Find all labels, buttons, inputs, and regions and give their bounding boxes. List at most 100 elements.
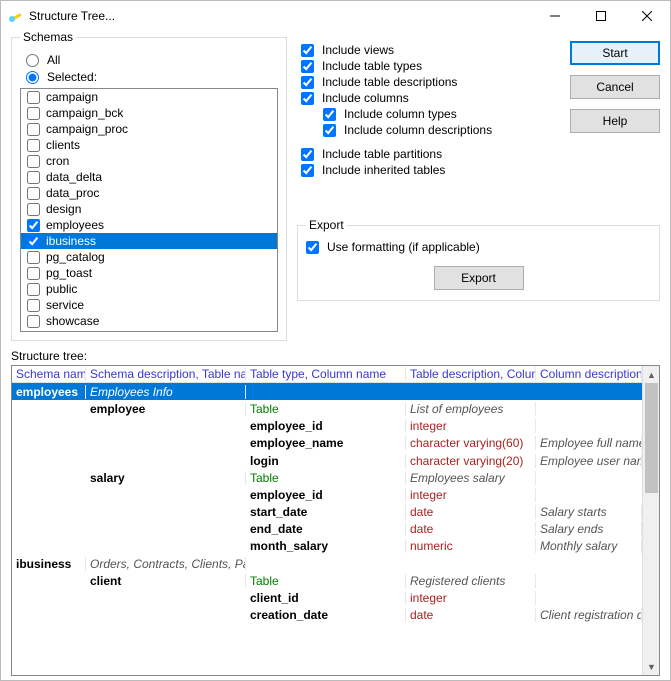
ck-include-col-types[interactable]: Include column types	[323, 107, 556, 121]
list-item[interactable]: pg_catalog	[21, 249, 277, 265]
table-row[interactable]: employeeTableList of employees	[12, 400, 642, 417]
list-item-checkbox[interactable]	[27, 91, 40, 104]
list-item[interactable]: campaign_proc	[21, 121, 277, 137]
list-item[interactable]: cron	[21, 153, 277, 169]
scroll-up-icon[interactable]: ▲	[643, 366, 660, 383]
column-header[interactable]: Table description, Column type	[406, 367, 536, 381]
column-header[interactable]: Schema name	[12, 367, 86, 381]
cell: Orders, Contracts, Clients, Paym	[86, 557, 246, 571]
cancel-button[interactable]: Cancel	[570, 75, 660, 99]
table-row[interactable]: employeesEmployees Info	[12, 383, 642, 400]
cell: start_date	[246, 505, 406, 519]
list-item-checkbox[interactable]	[27, 251, 40, 264]
titlebar[interactable]: Structure Tree...	[1, 1, 670, 31]
table-row[interactable]: start_datedateSalary starts	[12, 504, 642, 521]
cell-text: client_id	[250, 591, 299, 605]
column-header[interactable]: Schema description, Table name	[86, 367, 246, 381]
ck-include-col-desc[interactable]: Include column descriptions	[323, 123, 556, 137]
cell-text: Salary ends	[540, 522, 603, 536]
list-item[interactable]: pg_toast	[21, 265, 277, 281]
ck-include-partitions[interactable]: Include table partitions	[301, 147, 556, 161]
list-item-checkbox[interactable]	[27, 267, 40, 280]
list-item[interactable]: service	[21, 297, 277, 313]
list-item-checkbox[interactable]	[27, 235, 40, 248]
cell-text: Client registration date	[540, 608, 642, 622]
export-button[interactable]: Export	[434, 266, 524, 290]
list-item-checkbox[interactable]	[27, 315, 40, 328]
action-buttons: Start Cancel Help	[570, 37, 660, 179]
list-item[interactable]: data_proc	[21, 185, 277, 201]
list-item-checkbox[interactable]	[27, 203, 40, 216]
ck-include-table-types[interactable]: Include table types	[301, 59, 556, 73]
list-item-label: stage	[46, 330, 75, 332]
table-row[interactable]: end_datedateSalary ends	[12, 521, 642, 538]
tree-grid[interactable]: Schema nameSchema description, Table nam…	[12, 366, 642, 675]
cell: character varying(60)	[406, 436, 536, 450]
start-button[interactable]: Start	[570, 41, 660, 65]
help-button[interactable]: Help	[570, 109, 660, 133]
list-item-checkbox[interactable]	[27, 331, 40, 333]
cell-text: employee_name	[250, 436, 343, 450]
column-header[interactable]: Table type, Column name	[246, 367, 406, 381]
schema-list[interactable]: campaigncampaign_bckcampaign_procclients…	[20, 88, 278, 332]
cell-text: Table	[250, 471, 279, 485]
cell: Registered clients	[406, 574, 536, 588]
cell-text: numeric	[410, 539, 453, 553]
ck-use-formatting[interactable]: Use formatting (if applicable)	[306, 240, 651, 254]
list-item[interactable]: employees	[21, 217, 277, 233]
cell: Monthly salary	[536, 539, 642, 553]
list-item[interactable]: campaign_bck	[21, 105, 277, 121]
list-item-checkbox[interactable]	[27, 187, 40, 200]
list-item-checkbox[interactable]	[27, 299, 40, 312]
table-row[interactable]: logincharacter varying(20)Employee user …	[12, 452, 642, 469]
list-item[interactable]: data_delta	[21, 169, 277, 185]
list-item[interactable]: showcase	[21, 313, 277, 329]
options-checks: Include views Include table types Includ…	[297, 37, 560, 179]
cell: Table	[246, 574, 406, 588]
cell-text: Table	[250, 574, 279, 588]
list-item[interactable]: design	[21, 201, 277, 217]
maximize-button[interactable]	[578, 1, 624, 31]
table-row[interactable]: creation_datedateClient registration dat…	[12, 607, 642, 624]
radio-selected[interactable]: Selected:	[24, 70, 274, 84]
list-item-checkbox[interactable]	[27, 219, 40, 232]
list-item-checkbox[interactable]	[27, 155, 40, 168]
column-header[interactable]: Column description	[536, 367, 642, 381]
ck-include-table-desc[interactable]: Include table descriptions	[301, 75, 556, 89]
list-item[interactable]: stage	[21, 329, 277, 332]
minimize-button[interactable]	[532, 1, 578, 31]
cell: date	[406, 608, 536, 622]
ck-include-views[interactable]: Include views	[301, 43, 556, 57]
cell: month_salary	[246, 539, 406, 553]
ck-include-columns[interactable]: Include columns	[301, 91, 556, 105]
table-row[interactable]: employee_idinteger	[12, 418, 642, 435]
list-item-checkbox[interactable]	[27, 123, 40, 136]
list-item[interactable]: ibusiness	[21, 233, 277, 249]
list-item-label: campaign_bck	[46, 106, 123, 120]
list-item-label: data_proc	[46, 186, 99, 200]
list-item[interactable]: public	[21, 281, 277, 297]
list-item-checkbox[interactable]	[27, 139, 40, 152]
scroll-down-icon[interactable]: ▼	[643, 658, 660, 675]
table-row[interactable]: ibusinessOrders, Contracts, Clients, Pay…	[12, 555, 642, 572]
table-row[interactable]: clientTableRegistered clients	[12, 572, 642, 589]
table-row[interactable]: client_idinteger	[12, 589, 642, 606]
cell: List of employees	[406, 402, 536, 416]
ck-include-inherited[interactable]: Include inherited tables	[301, 163, 556, 177]
list-item-checkbox[interactable]	[27, 107, 40, 120]
list-item-checkbox[interactable]	[27, 171, 40, 184]
scroll-thumb[interactable]	[645, 383, 658, 493]
radio-all[interactable]: All	[24, 53, 274, 67]
list-item[interactable]: campaign	[21, 89, 277, 105]
close-button[interactable]	[624, 1, 670, 31]
list-item-label: service	[46, 298, 84, 312]
tree-scrollbar[interactable]: ▲ ▼	[642, 366, 659, 675]
list-item[interactable]: clients	[21, 137, 277, 153]
table-row[interactable]: salaryTableEmployees salary	[12, 469, 642, 486]
tree-header[interactable]: Schema nameSchema description, Table nam…	[12, 366, 642, 383]
table-row[interactable]: employee_namecharacter varying(60)Employ…	[12, 435, 642, 452]
list-item-checkbox[interactable]	[27, 283, 40, 296]
table-row[interactable]: month_salary numeric Monthly salary	[12, 538, 642, 555]
cell-text: date	[410, 505, 433, 519]
table-row[interactable]: employee_idinteger	[12, 486, 642, 503]
